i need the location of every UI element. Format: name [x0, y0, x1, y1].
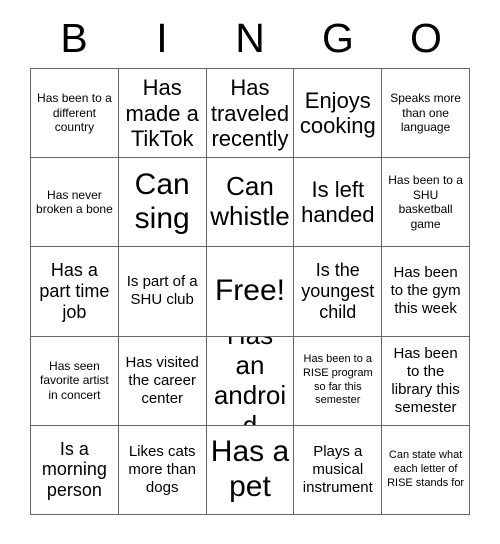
bingo-cell-label: Has a pet — [210, 435, 290, 503]
bingo-cell-label: Is left handed — [301, 177, 375, 228]
bingo-header-letter-g: G — [322, 14, 354, 61]
bingo-cell-label: Likes cats more than dogs — [128, 442, 196, 496]
bingo-cell[interactable]: Has been to a SHU basketball game — [382, 158, 470, 248]
bingo-cell[interactable]: Is the youngest child — [294, 247, 383, 337]
bingo-cell-label: Plays a musical instrument — [302, 442, 373, 496]
bingo-cell[interactable]: Is left handed — [294, 158, 383, 248]
bingo-cell-label: Is a morning person — [41, 438, 107, 501]
bingo-cell[interactable]: Has seen favorite artist in concert — [31, 336, 119, 426]
bingo-cell[interactable]: Has been to a different country — [31, 69, 119, 159]
bingo-cell[interactable]: Has visited the career center — [118, 336, 207, 426]
bingo-cell[interactable]: Is part of a SHU club — [118, 247, 207, 337]
bingo-header-letter-o: O — [410, 14, 442, 61]
bingo-header-letter-n: N — [235, 14, 265, 61]
bingo-grid: Has been to a different country Has made … — [30, 68, 470, 515]
bingo-cell-label: Has a part time job — [39, 260, 110, 322]
bingo-cell-label: Is the youngest child — [301, 260, 375, 322]
bingo-cell-label: Has been to a SHU basketball game — [388, 173, 463, 231]
bingo-cell[interactable]: Can sing — [118, 158, 207, 248]
bingo-cell[interactable]: Has a part time job — [31, 247, 119, 337]
bingo-cell-label: Can sing — [134, 167, 190, 236]
bingo-cell-label: Speaks more than one language — [390, 91, 461, 135]
bingo-cell-label: Has made a TikTok — [125, 75, 199, 151]
bingo-cell-label: Has been to a different country — [37, 91, 112, 135]
bingo-cell[interactable]: Can state what each letter of RISE stand… — [382, 425, 470, 515]
bingo-cell[interactable]: Has an android — [206, 336, 295, 426]
bingo-cell-label: Has been to the library this semester — [391, 344, 460, 416]
bingo-cell[interactable]: Has never broken a bone — [31, 158, 119, 248]
bingo-cell[interactable]: Speaks more than one language — [382, 69, 470, 159]
bingo-cell-label: Has seen favorite artist in concert — [40, 358, 109, 402]
bingo-cell-label: Has traveled recently — [210, 75, 290, 151]
bingo-cell[interactable]: Has made a TikTok — [118, 69, 207, 159]
bingo-cell[interactable]: Has been to a RISE program so far this s… — [294, 336, 383, 426]
bingo-cell[interactable]: Has traveled recently — [206, 69, 295, 159]
bingo-cell[interactable]: Plays a musical instrument — [294, 425, 383, 515]
bingo-header-letter-i: I — [156, 14, 168, 61]
bingo-header-row: B I N G O — [30, 8, 470, 68]
bingo-cell-label: Can state what each letter of RISE stand… — [387, 449, 465, 489]
bingo-cell-label: Has been to the gym this week — [390, 264, 461, 318]
bingo-cell-label: Has been to a RISE program so far this s… — [302, 353, 373, 407]
bingo-cell-label: Enjoys cooking — [299, 88, 376, 139]
bingo-cell[interactable]: Has a pet — [206, 425, 295, 515]
bingo-cell-label: Has an android — [213, 337, 287, 426]
bingo-cell-label: Free! — [214, 274, 285, 308]
bingo-cell-label: Has never broken a bone — [36, 187, 113, 217]
bingo-cell[interactable]: Can whistle — [206, 158, 295, 248]
bingo-cell-label: Has visited the career center — [125, 353, 199, 407]
bingo-cell[interactable]: Enjoys cooking — [294, 69, 383, 159]
bingo-cell[interactable]: Likes cats more than dogs — [118, 425, 207, 515]
bingo-card: B I N G O Has been to a different countr… — [0, 0, 500, 544]
bingo-free-space[interactable]: Free! — [206, 247, 295, 337]
bingo-cell[interactable]: Has been to the library this semester — [382, 336, 470, 426]
bingo-cell-label: Is part of a SHU club — [126, 273, 198, 309]
bingo-cell[interactable]: Is a morning person — [31, 425, 119, 515]
bingo-cell-label: Can whistle — [210, 171, 290, 232]
bingo-cell[interactable]: Has been to the gym this week — [382, 247, 470, 337]
bingo-header-letter-b: B — [60, 14, 88, 61]
